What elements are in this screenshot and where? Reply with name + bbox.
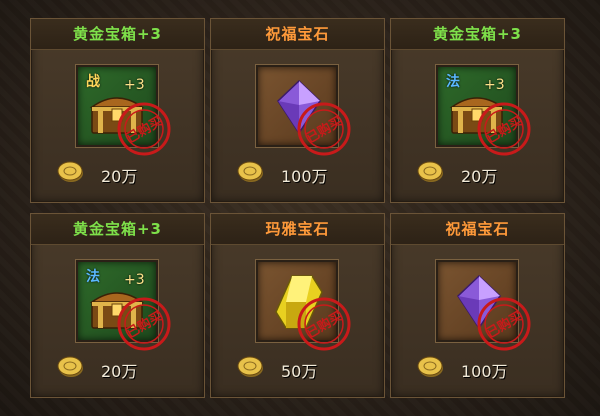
shop-grid: 黄金宝箱+3 战 +3 已购买 20万 祝福宝石 已购买 100万 黄金宝箱+3… bbox=[0, 0, 600, 416]
class-tag: 法 bbox=[446, 74, 460, 90]
gold-coin-icon bbox=[57, 356, 83, 377]
purchased-stamp: 已购买 bbox=[297, 102, 351, 156]
price-label: 20万 bbox=[101, 167, 138, 186]
item-slot[interactable]: 法 +3 已购买 bbox=[76, 260, 171, 351]
shop-item-card[interactable]: 祝福宝石 已购买 100万 bbox=[390, 213, 565, 398]
item-title: 黄金宝箱+3 bbox=[31, 19, 204, 50]
item-title: 黄金宝箱+3 bbox=[391, 19, 564, 50]
price-row: 20万 bbox=[391, 159, 564, 193]
purchased-stamp: 已购买 bbox=[477, 102, 531, 156]
item-title: 黄金宝箱+3 bbox=[31, 214, 204, 245]
purchased-stamp: 已购买 bbox=[117, 102, 171, 156]
shop-item-card[interactable]: 黄金宝箱+3 法 +3 已购买 20万 bbox=[390, 18, 565, 203]
shop-item-card[interactable]: 黄金宝箱+3 战 +3 已购买 20万 bbox=[30, 18, 205, 203]
price-row: 20万 bbox=[31, 159, 204, 193]
gold-coin-icon bbox=[237, 356, 263, 377]
item-slot[interactable]: 已购买 bbox=[256, 260, 351, 351]
price-label: 20万 bbox=[101, 362, 138, 381]
gold-coin-icon bbox=[57, 161, 83, 182]
shop-item-card[interactable]: 黄金宝箱+3 法 +3 已购买 20万 bbox=[30, 213, 205, 398]
price-label: 20万 bbox=[461, 167, 498, 186]
item-slot[interactable]: 已购买 bbox=[436, 260, 531, 351]
purchased-stamp: 已购买 bbox=[477, 297, 531, 351]
item-title: 祝福宝石 bbox=[211, 19, 384, 50]
gold-coin-icon bbox=[237, 161, 263, 182]
shop-item-card[interactable]: 玛雅宝石 已购买 50万 bbox=[210, 213, 385, 398]
item-title: 祝福宝石 bbox=[391, 214, 564, 245]
shop-item-card[interactable]: 祝福宝石 已购买 100万 bbox=[210, 18, 385, 203]
gold-coin-icon bbox=[417, 161, 443, 182]
item-slot[interactable]: 法 +3 已购买 bbox=[436, 65, 531, 156]
gold-coin-icon bbox=[417, 356, 443, 377]
class-tag: 战 bbox=[86, 74, 100, 90]
price-row: 50万 bbox=[211, 354, 384, 388]
price-row: 100万 bbox=[211, 159, 384, 193]
price-row: 20万 bbox=[31, 354, 204, 388]
item-slot[interactable]: 已购买 bbox=[256, 65, 351, 156]
class-tag: 法 bbox=[86, 269, 100, 285]
item-title: 玛雅宝石 bbox=[211, 214, 384, 245]
price-label: 50万 bbox=[281, 362, 318, 381]
item-slot[interactable]: 战 +3 已购买 bbox=[76, 65, 171, 156]
purchased-stamp: 已购买 bbox=[117, 297, 171, 351]
price-label: 100万 bbox=[281, 167, 328, 186]
price-row: 100万 bbox=[391, 354, 564, 388]
purchased-stamp: 已购买 bbox=[297, 297, 351, 351]
price-label: 100万 bbox=[461, 362, 508, 381]
